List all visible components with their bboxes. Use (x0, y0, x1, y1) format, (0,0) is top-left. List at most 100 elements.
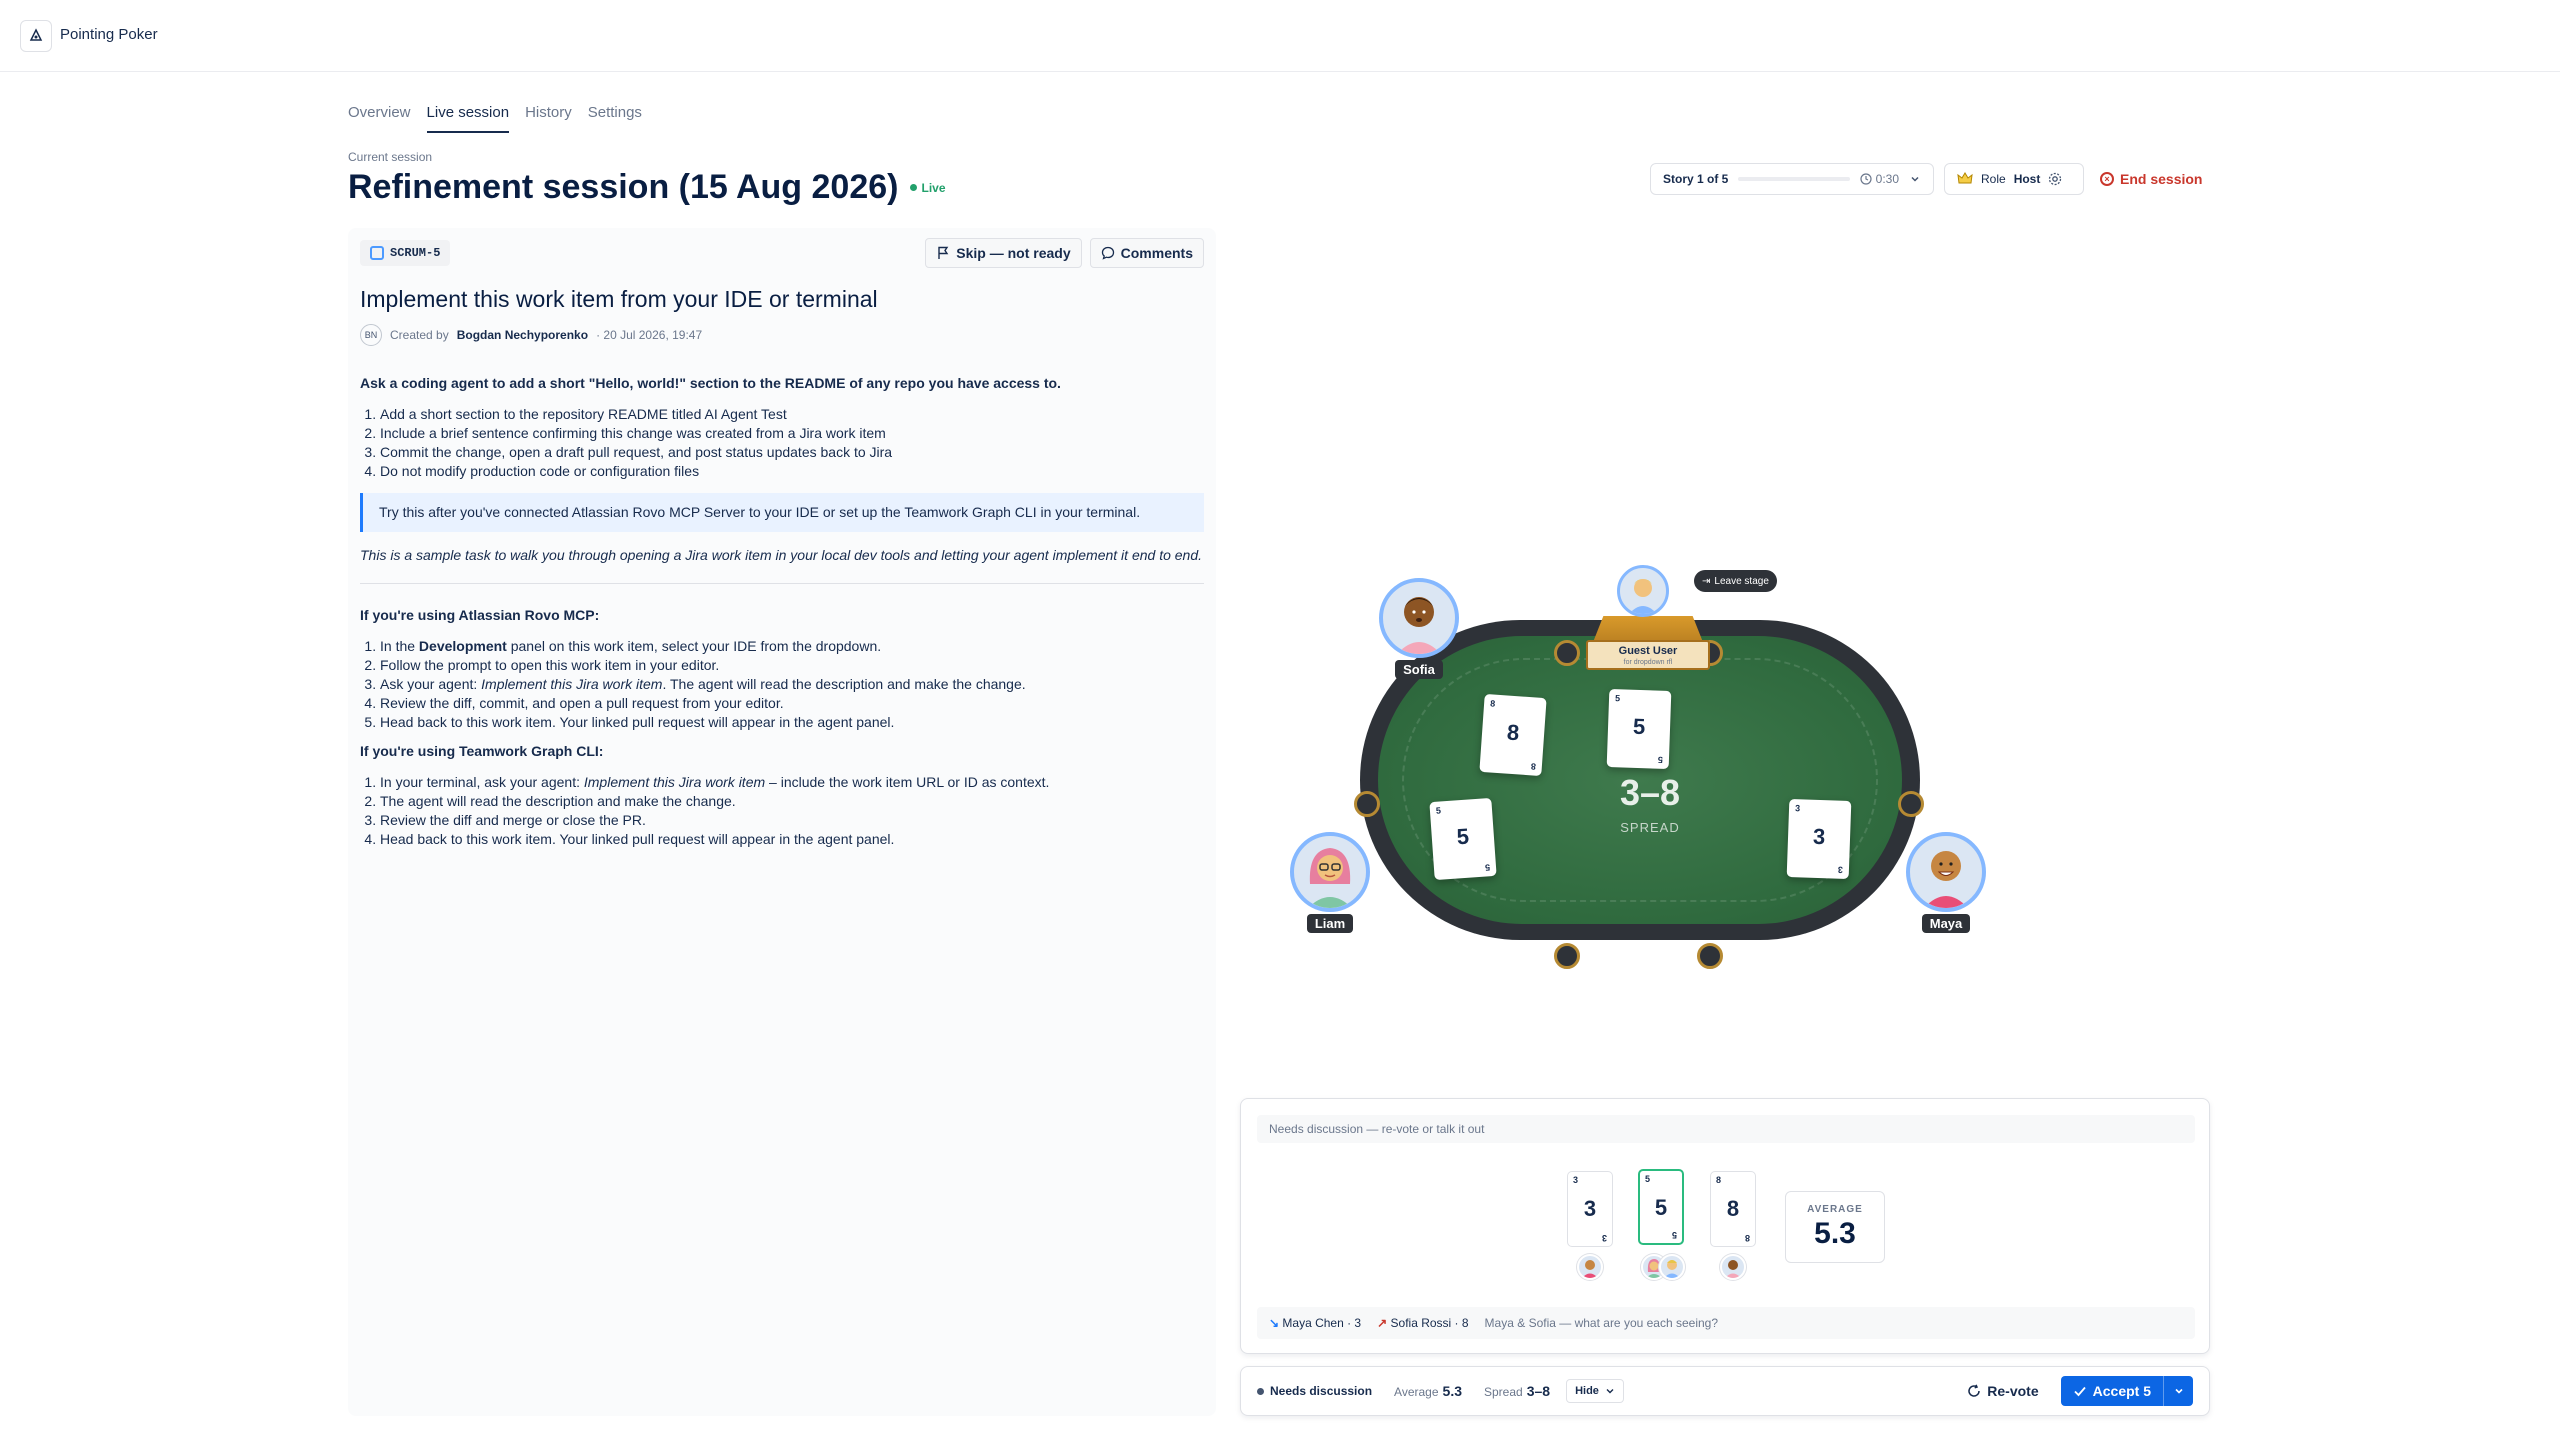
subtask-icon (370, 246, 384, 260)
role-value: Host (2013, 172, 2041, 186)
chevron-down-icon (1911, 176, 1919, 182)
spread-stat: Spread 3–8 (1484, 1383, 1551, 1399)
revote-label: Re-vote (1987, 1383, 2039, 1399)
action-bar: Needs discussion Average 5.3 Spread 3–8 Hi… (1240, 1366, 2210, 1416)
list-item: Head back to this work item. Your linked… (380, 830, 1204, 849)
accept-menu-button[interactable] (2163, 1376, 2193, 1406)
description-intro: Ask a coding agent to add a short "Hello… (360, 375, 1061, 391)
comments-button[interactable]: Comments (1089, 238, 1204, 268)
end-session-label: End session (2120, 171, 2203, 187)
avatar (1379, 578, 1459, 658)
rovo-steps-list: In the Development panel on this work it… (360, 637, 1204, 732)
issue-actions: Skip — not ready Comments (925, 238, 1204, 268)
hide-label: Hide (1575, 1385, 1599, 1397)
player-liam[interactable]: Liam (1290, 832, 1370, 933)
low-outlier: ↘ Maya Chen · 3 (1269, 1316, 1362, 1330)
issue-title: Implement this work item from your IDE o… (360, 286, 878, 312)
leave-stage-label: Leave stage (1714, 575, 1769, 587)
skip-button[interactable]: Skip — not ready (925, 238, 1082, 268)
empty-seat[interactable] (1697, 943, 1723, 969)
role-selector[interactable]: Role Host (1944, 163, 2084, 195)
played-card: 555 (1606, 688, 1672, 770)
empty-seat[interactable] (1554, 943, 1580, 969)
guest-avatar[interactable] (1617, 565, 1669, 617)
spread-value: 3–8 (1619, 772, 1681, 813)
comment-icon (1101, 246, 1114, 260)
chevron-down-icon (2174, 1388, 2183, 1394)
guest-subtitle: for dropdown rfl (1623, 659, 1673, 666)
list-item: In the Development panel on this work it… (380, 637, 1204, 656)
player-sofia[interactable]: Sofia (1379, 578, 1459, 679)
list-item: Head back to this work item. Your linked… (380, 713, 1204, 732)
guest-nameplate: Guest User for dropdown rfl (1586, 640, 1710, 670)
status-label: Needs discussion (1270, 1384, 1373, 1398)
issue-panel: SCRUM-5 Skip — not ready Comments Implem… (348, 228, 1216, 1416)
average-value: 5.3 (1814, 1217, 1856, 1250)
vote-card-3[interactable]: 333 (1567, 1171, 1613, 1247)
clock-icon (1860, 173, 1872, 185)
discussion-hint: Maya & Sofia — what are you each seeing? (1484, 1316, 1719, 1330)
flag-icon (938, 246, 949, 259)
list-item: The agent will read the description and … (380, 792, 1204, 811)
voter-avatar (1720, 1254, 1746, 1280)
list-item: Review the diff and merge or close the P… (380, 811, 1204, 830)
status-badge: Needs discussion (1257, 1384, 1372, 1398)
average-box: AVERAGE 5.3 (1785, 1191, 1885, 1263)
player-name: Liam (1306, 914, 1354, 933)
live-dot-icon (910, 184, 918, 191)
app-logo-icon[interactable] (20, 20, 52, 52)
empty-seat[interactable] (1554, 640, 1580, 666)
story-progress-bar (1738, 177, 1850, 181)
live-badge: Live (910, 180, 946, 195)
revote-button[interactable]: Re-vote (1957, 1376, 2048, 1406)
comments-label: Comments (1120, 245, 1193, 261)
issue-key: SCRUM-5 (390, 246, 441, 260)
page-tabs: Overview Live session History Settings (348, 104, 642, 133)
end-session-button[interactable]: × End session (2100, 163, 2202, 195)
issue-description: Ask a coding agent to add a short "Hello… (360, 374, 1204, 859)
accept-button[interactable]: Accept 5 (2061, 1376, 2163, 1406)
player-maya[interactable]: Maya (1906, 832, 1986, 933)
crown-icon (1957, 172, 1973, 184)
tab-overview[interactable]: Overview (348, 104, 411, 133)
list-item: Ask your agent: Implement this Jira work… (380, 675, 1204, 694)
skip-label: Skip — not ready (956, 245, 1071, 261)
results-panel: Needs discussion — re-vote or talk it ou… (1240, 1098, 2210, 1354)
created-date: · 20 Jul 2026, 19:47 (596, 328, 703, 342)
leave-stage-button[interactable]: ⇥ Leave stage (1694, 570, 1777, 592)
guest-name: Guest User (1618, 645, 1678, 657)
poker-table: Guest User for dropdown rfl ⇥ Leave stag… (1280, 560, 2020, 980)
voter-avatar (1577, 1254, 1603, 1280)
player-name: Sofia (1395, 660, 1443, 679)
avatar (1906, 832, 1986, 912)
accept-split-button: Accept 5 (2060, 1376, 2193, 1406)
accept-label: Accept 5 (2092, 1383, 2151, 1399)
story-selector[interactable]: Story 1 of 5 0:30 (1650, 163, 1934, 195)
issue-key-badge[interactable]: SCRUM-5 (360, 240, 451, 266)
refresh-icon (1968, 1384, 1981, 1397)
timer-value: 0:30 (1875, 172, 1899, 186)
vote-card-5[interactable]: 555 (1638, 1169, 1684, 1245)
list-item: Do not modify production code or configu… (380, 462, 1204, 481)
tab-settings[interactable]: Settings (588, 104, 642, 133)
average-label: AVERAGE (1807, 1204, 1863, 1215)
tab-history[interactable]: History (525, 104, 572, 133)
hide-dropdown[interactable]: Hide (1566, 1379, 1624, 1403)
check-icon (2074, 1386, 2086, 1397)
voter-avatar (1659, 1254, 1685, 1280)
rovo-heading: If you're using Atlassian Rovo MCP: (360, 607, 600, 623)
list-item: Follow the prompt to open this work item… (380, 656, 1204, 675)
trend-down-icon: ↘ (1269, 1316, 1280, 1330)
gear-icon[interactable] (2048, 172, 2062, 186)
live-label: Live (921, 180, 946, 195)
status-dot-icon (1257, 1387, 1264, 1395)
avatar: BN (360, 324, 382, 346)
timer: 0:30 (1860, 172, 1899, 186)
vote-card-8[interactable]: 888 (1710, 1171, 1756, 1247)
author-name[interactable]: Bogdan Nechyporenko (457, 328, 588, 342)
role-label: Role (1981, 172, 2006, 186)
close-circle-icon: × (2100, 172, 2114, 186)
list-item: Include a brief sentence confirming this… (380, 424, 1204, 443)
chevron-down-icon (1606, 1389, 1614, 1394)
tab-live-session[interactable]: Live session (426, 104, 510, 133)
